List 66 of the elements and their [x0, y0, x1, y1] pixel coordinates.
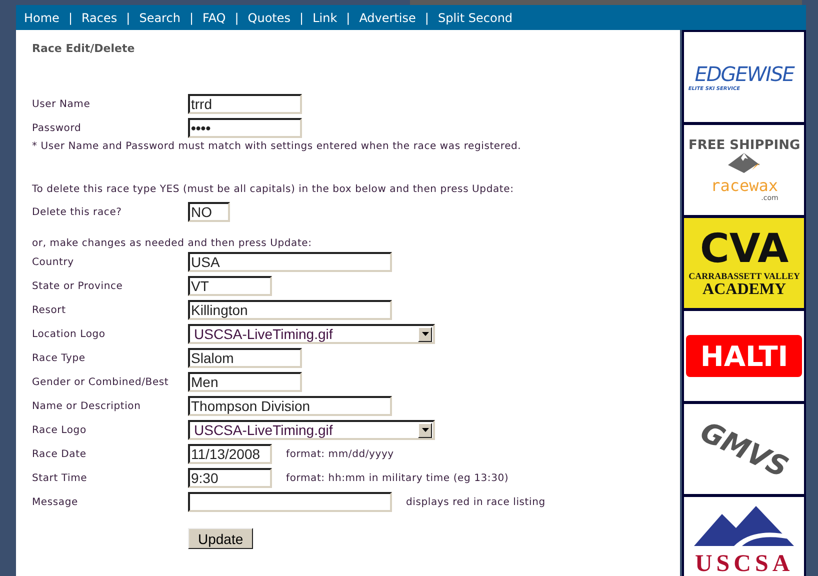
- logo-text: CVA: [700, 227, 789, 271]
- nav-link[interactable]: Quotes: [248, 10, 291, 24]
- field-label: Country: [32, 256, 75, 268]
- field-label: Race Date: [32, 448, 88, 460]
- caret-icon: [422, 428, 428, 432]
- mountain-icon: [726, 153, 762, 173]
- page-title: Race Edit/Delete: [32, 42, 136, 56]
- nav-link[interactable]: Races: [81, 10, 118, 24]
- mountains-icon: [694, 506, 794, 546]
- input-field[interactable]: Killington: [188, 300, 392, 320]
- input-field[interactable]: trrd: [188, 94, 302, 114]
- logo-text: EDGEWISE: [694, 62, 794, 86]
- input-field[interactable]: 9:30: [188, 468, 272, 488]
- input-field[interactable]: [188, 492, 392, 512]
- logo-text: CARRABASSETT VALLEY: [688, 271, 800, 281]
- nav-link[interactable]: Search: [139, 10, 180, 24]
- nav-separator: |: [346, 10, 350, 24]
- field-label: Gender or Combined/Best: [32, 376, 170, 388]
- nav-link[interactable]: Advertise: [359, 10, 416, 24]
- nav-separator: |: [68, 10, 72, 24]
- nav-separator: |: [189, 10, 194, 24]
- nav-link[interactable]: Link: [312, 10, 338, 24]
- nav-separator: |: [424, 10, 429, 24]
- field-label: Location Logo: [32, 328, 106, 340]
- password-field[interactable]: ••••: [188, 118, 302, 138]
- delete-instruction: To delete this race type YES (must be all capitals) in the box below and then press Update:: [32, 184, 515, 197]
- update-button[interactable]: Update: [188, 528, 254, 549]
- input-field[interactable]: USA: [188, 252, 392, 272]
- input-field[interactable]: VT: [188, 276, 272, 296]
- field-label: User Name: [32, 98, 92, 110]
- caret-icon: [422, 332, 428, 336]
- input-field[interactable]: Slalom: [188, 348, 302, 368]
- dropdown[interactable]: USCSA-LiveTiming.gif: [188, 420, 435, 440]
- dropdown[interactable]: USCSA-LiveTiming.gif: [188, 324, 435, 344]
- input-field[interactable]: Men: [188, 372, 302, 392]
- nav-link[interactable]: FAQ: [202, 10, 226, 24]
- logo-text: ACADEMY: [702, 281, 786, 299]
- field-label: Race Logo: [32, 424, 88, 436]
- edit-instruction: or, make changes as needed and then press Update:: [32, 238, 313, 250]
- field-label: Delete this race?: [32, 206, 123, 218]
- input-field[interactable]: 11/13/2008: [188, 444, 272, 464]
- field-label: Name or Description: [32, 400, 142, 412]
- format-hint: format: mm/dd/yyyy: [286, 448, 394, 460]
- format-hint: displays red in race listing: [406, 496, 546, 508]
- field-label: State or Province: [32, 280, 124, 292]
- ad-banner[interactable]: USCSA: [684, 497, 804, 576]
- input-field[interactable]: NO: [188, 202, 230, 222]
- field-label: Race Type: [32, 352, 86, 364]
- field-label: Resort: [32, 304, 67, 316]
- ad-banner[interactable]: HALTI: [684, 311, 804, 401]
- nav-separator: |: [126, 10, 130, 24]
- format-hint: format: hh:mm in military time (eg 13:30): [286, 472, 509, 484]
- nav-link[interactable]: Split Second: [438, 10, 513, 24]
- logo-text: racewax: [710, 178, 778, 194]
- logo-text: FREE SHIPPING: [688, 138, 800, 153]
- field-label: Password: [32, 122, 82, 134]
- input-field[interactable]: Thompson Division: [188, 396, 392, 416]
- field-label: Start Time: [32, 472, 88, 484]
- login-note: * User Name and Password must match with settings entered when the race was registered.: [32, 141, 522, 154]
- field-label: Message: [32, 496, 79, 508]
- logo-text: HALTI: [686, 335, 802, 377]
- logo-text: USCSA: [694, 551, 794, 576]
- nav-link[interactable]: Home: [24, 10, 60, 24]
- ad-banner[interactable]: CVA CARRABASSETT VALLEY ACADEMY: [684, 218, 804, 308]
- nav-separator: |: [300, 10, 304, 24]
- nav-separator: |: [234, 10, 239, 24]
